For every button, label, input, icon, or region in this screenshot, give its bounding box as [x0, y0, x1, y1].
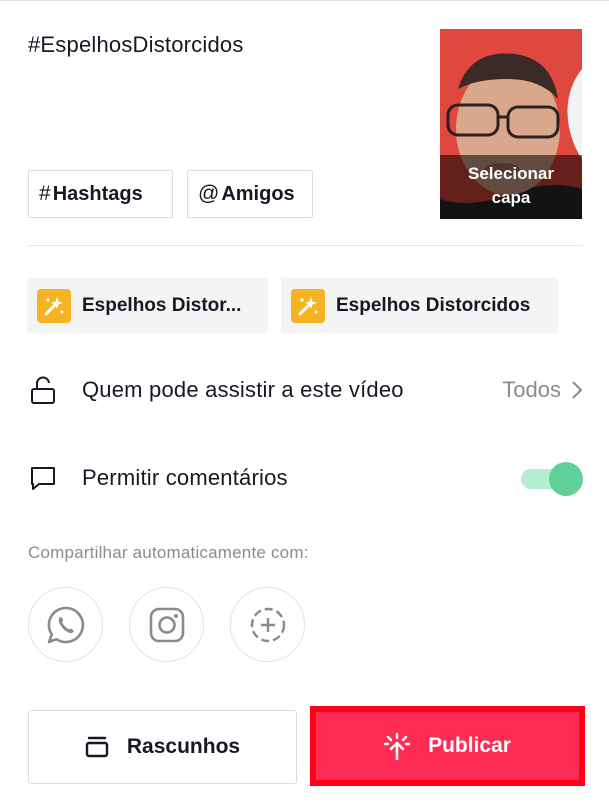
auto-share-label: Compartilhar automaticamente com:	[28, 543, 309, 562]
comments-setting-row: Permitir comentários	[28, 453, 583, 503]
instagram-icon	[149, 607, 184, 642]
effect-label-1: Espelhos Distor...	[82, 294, 242, 316]
publish-button-inner: Publicar	[316, 712, 579, 780]
comments-toggle[interactable]	[521, 460, 583, 498]
select-cover-label: Selecionar capa	[440, 155, 582, 219]
privacy-value: Todos	[502, 377, 583, 403]
effect-chip-1[interactable]: Espelhos Distor...	[27, 278, 268, 333]
drafts-icon	[85, 736, 109, 758]
mention-friends-button[interactable]: @ Amigos	[187, 170, 313, 218]
toggle-knob	[549, 462, 583, 496]
at-icon: @	[198, 182, 220, 205]
sparkle-effect-icon	[37, 288, 71, 323]
select-cover-line2: capa	[491, 188, 531, 207]
publish-icon	[384, 732, 411, 760]
unlock-icon	[28, 375, 58, 405]
hashtags-label: Hashtags	[52, 182, 143, 205]
share-whatsapp-button[interactable]	[28, 587, 103, 662]
sparkle-effect-icon	[291, 288, 325, 323]
privacy-value-text: Todos	[502, 377, 561, 402]
comment-icon	[28, 463, 58, 493]
chevron-right-icon	[572, 381, 583, 399]
caption-text[interactable]: #EspelhosDistorcidos	[28, 32, 244, 58]
divider	[28, 245, 583, 246]
share-instagram-button[interactable]	[129, 587, 204, 662]
publish-label: Publicar	[428, 734, 511, 757]
select-cover-line1: Selecionar	[468, 164, 554, 183]
cover-selector[interactable]: Selecionar capa	[440, 29, 582, 219]
hashtags-button[interactable]: # Hashtags	[28, 170, 173, 218]
add-share-icon	[250, 607, 285, 642]
publish-button[interactable]: Publicar	[310, 706, 585, 786]
comments-label: Permitir comentários	[82, 465, 288, 490]
drafts-button[interactable]: Rascunhos	[28, 710, 297, 784]
effect-chip-2[interactable]: Espelhos Distorcidos	[281, 278, 558, 333]
amigos-label: Amigos	[221, 182, 295, 205]
privacy-label: Quem pode assistir a este vídeo	[82, 377, 404, 402]
whatsapp-icon	[47, 606, 84, 643]
hash-icon: #	[39, 182, 51, 205]
drafts-label: Rascunhos	[126, 735, 241, 758]
effect-label-2: Espelhos Distorcidos	[336, 294, 531, 316]
privacy-setting-row[interactable]: Quem pode assistir a este vídeo Todos	[28, 365, 583, 415]
share-more-button[interactable]	[230, 587, 305, 662]
top-border	[0, 0, 609, 1]
